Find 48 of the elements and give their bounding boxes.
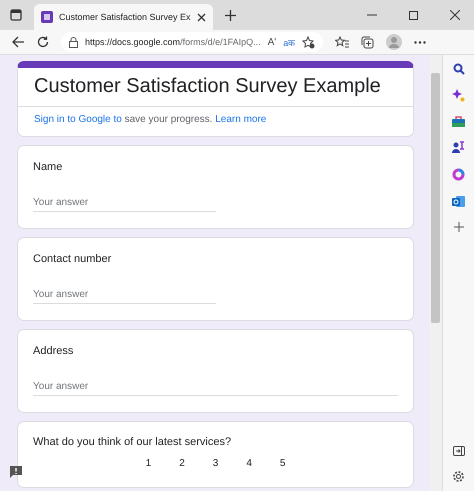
feedback-icon[interactable] [9, 465, 23, 479]
question-label: Contact number [33, 253, 112, 265]
settings-icon[interactable] [452, 470, 466, 483]
briefcase-icon[interactable] [452, 116, 466, 127]
scrollbar[interactable] [429, 55, 442, 491]
scale-number: 4 [246, 458, 252, 469]
star-add-icon[interactable] [302, 36, 316, 48]
sign-in-link[interactable]: Sign in to Google to [34, 114, 122, 125]
save-progress-text: save your progress. [124, 114, 214, 125]
answer-field[interactable]: Your answer [33, 286, 216, 304]
refresh-icon[interactable] [37, 36, 49, 48]
close-window-icon[interactable] [450, 10, 460, 20]
more-icon[interactable] [414, 40, 426, 44]
learn-more-link[interactable]: Learn more [215, 114, 266, 125]
address-field[interactable]: https://docs.google.com/forms/d/e/1FAIpQ... Aʹ aक [61, 32, 324, 52]
answer-field[interactable]: Your answer [33, 378, 398, 396]
office-icon[interactable] [452, 168, 466, 181]
maximize-icon[interactable] [409, 10, 418, 20]
read-aloud-button[interactable]: Aʹ [268, 36, 276, 48]
form-title: Customer Satisfaction Survey Example [18, 68, 414, 107]
close-icon[interactable] [196, 12, 206, 22]
outlook-icon[interactable] [452, 195, 466, 208]
scale-number: 1 [146, 458, 152, 469]
back-icon[interactable] [12, 36, 25, 48]
question-label: Address [33, 345, 74, 357]
forms-icon [41, 11, 53, 23]
add-icon[interactable] [454, 222, 464, 232]
sparkle-icon[interactable] [452, 89, 466, 102]
browser-tab[interactable]: Customer Satisfaction Survey Ex [34, 4, 213, 30]
scale-number: 2 [179, 458, 185, 469]
scale-number: 5 [280, 458, 286, 469]
question-label: What do you think of our latest services? [33, 436, 232, 448]
tab-actions-icon[interactable] [10, 9, 22, 21]
new-tab-icon[interactable] [224, 10, 236, 20]
question-label: Name [33, 161, 64, 173]
search-icon[interactable] [452, 63, 465, 75]
favorites-icon[interactable] [335, 36, 350, 48]
people-icon[interactable] [452, 141, 466, 154]
scale-number: 3 [212, 458, 218, 469]
lock-icon [69, 36, 78, 48]
minimize-icon[interactable] [367, 14, 377, 16]
tab-title: Customer Satisfaction Survey Ex [59, 12, 191, 22]
answer-field[interactable]: Your answer [33, 194, 216, 212]
sidebar-toggle-icon[interactable] [452, 446, 465, 456]
translate-button[interactable]: aक [283, 36, 296, 48]
url-text: https://docs.google.com/forms/d/e/1FAIpQ... [85, 37, 261, 47]
collections-icon[interactable] [361, 36, 374, 48]
profile-avatar-icon[interactable] [386, 34, 402, 50]
